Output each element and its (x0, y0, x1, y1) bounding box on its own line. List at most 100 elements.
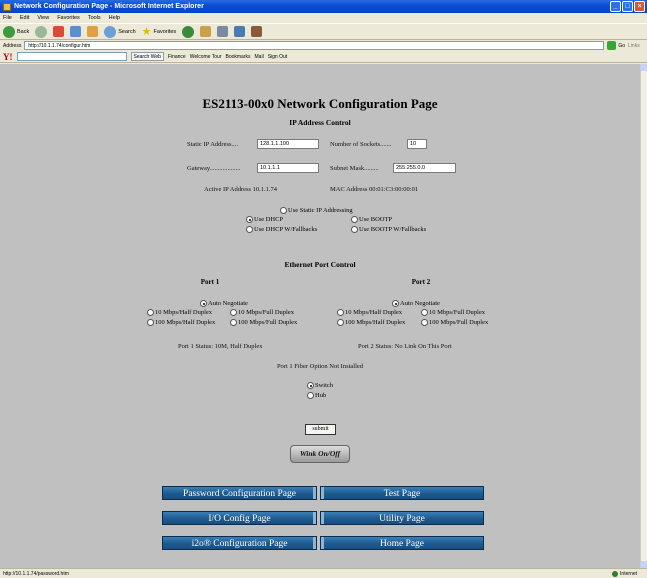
radio-dhcp-circle[interactable] (246, 216, 253, 223)
port2-auto-circle[interactable] (392, 300, 399, 307)
mode-hub-circle[interactable] (307, 392, 314, 399)
radio-bootp-fallbacks[interactable]: Use BOOTP W/Fallbacks (351, 226, 426, 233)
port1-100half-circle[interactable] (147, 319, 154, 326)
port1-10half[interactable]: 10 Mbps/Half Duplex (147, 309, 212, 316)
static-ip-input[interactable] (257, 139, 319, 149)
subnet-input[interactable] (393, 163, 456, 173)
go-arrow-icon (607, 41, 617, 50)
radio-dhcp-fallbacks-circle[interactable] (246, 226, 253, 233)
port2-10half[interactable]: 10 Mbps/Half Duplex (337, 309, 402, 316)
status-bar: http://10.1.1.74/password.htm Internet (0, 568, 647, 578)
sign-out-link[interactable]: Sign Out (268, 54, 287, 60)
mode-switch[interactable]: Switch (307, 382, 333, 389)
close-button[interactable]: × (634, 1, 645, 12)
print-icon[interactable] (217, 26, 229, 37)
radio-bootp-circle[interactable] (351, 216, 358, 223)
password-config-button[interactable]: Password Configuration Page (162, 486, 317, 500)
search-button[interactable]: Search (104, 25, 136, 38)
back-button[interactable]: Back (3, 25, 30, 38)
minimize-button[interactable]: _ (610, 1, 621, 12)
sockets-input[interactable] (407, 139, 427, 149)
forward-button[interactable] (35, 25, 48, 38)
password-config-label: Password Configuration Page (183, 489, 296, 499)
gateway-input[interactable] (257, 163, 319, 173)
port1-10full[interactable]: 10 Mbps/Full Duplex (230, 309, 294, 316)
radio-bootp[interactable]: Use BOOTP (351, 216, 392, 223)
port2-10half-circle[interactable] (337, 309, 344, 316)
back-label: Back (17, 28, 30, 35)
go-button[interactable]: Go (607, 41, 625, 50)
utility-page-button[interactable]: Utility Page (320, 511, 484, 525)
port1-10full-circle[interactable] (230, 309, 237, 316)
port1-100full-circle[interactable] (230, 319, 237, 326)
finance-link[interactable]: Finance (168, 54, 186, 60)
yahoo-logo[interactable]: Y! (3, 52, 13, 62)
port2-100full-circle[interactable] (421, 319, 428, 326)
security-zone: Internet (612, 570, 637, 577)
port1-title: Port 1 (200, 278, 220, 286)
welcome-tour-link[interactable]: Welcome Tour (190, 54, 222, 60)
port2-100half-label: 100 Mbps/Half Duplex (345, 319, 406, 326)
back-arrow-icon (3, 25, 15, 38)
refresh-icon[interactable] (70, 26, 82, 37)
vertical-scrollbar[interactable] (640, 64, 647, 568)
fiber-option-text: Port 1 Fiber Option Not Installed (276, 363, 364, 370)
mode-hub[interactable]: Hub (307, 392, 326, 399)
nav-cap (321, 537, 324, 549)
port2-auto[interactable]: Auto Negotiate (392, 300, 440, 307)
port1-status: Port 1 Status: 10M, Half Duplex (178, 343, 263, 350)
menu-help[interactable]: Help (109, 15, 120, 21)
menu-favorites[interactable]: Favorites (57, 15, 80, 21)
radio-static-ip-circle[interactable] (280, 207, 287, 214)
menu-file[interactable]: File (3, 15, 12, 21)
wink-button[interactable]: Wink On/Off (290, 445, 350, 463)
port2-10full-circle[interactable] (421, 309, 428, 316)
test-page-button[interactable]: Test Page (320, 486, 484, 500)
home-page-button[interactable]: Home Page (320, 536, 484, 550)
window-titlebar: Network Configuration Page - Microsoft I… (0, 0, 647, 13)
radio-static-ip[interactable]: Use Static IP Addressing (280, 207, 353, 214)
menu-edit[interactable]: Edit (20, 15, 29, 21)
mode-switch-circle[interactable] (307, 382, 314, 389)
mail-icon[interactable] (200, 26, 212, 37)
stop-icon[interactable] (53, 26, 65, 37)
port1-100full[interactable]: 100 Mbps/Full Duplex (230, 319, 297, 326)
window-title: Network Configuration Page - Microsoft I… (14, 3, 204, 10)
port1-auto[interactable]: Auto Negotiate (200, 300, 248, 307)
ie-icon (3, 2, 11, 11)
mail-link[interactable]: Mail (255, 54, 264, 60)
scroll-up-arrow-icon[interactable] (641, 64, 647, 71)
port2-10full[interactable]: 10 Mbps/Full Duplex (421, 309, 485, 316)
home-icon[interactable] (87, 26, 99, 37)
io-config-button[interactable]: I/O Config Page (162, 511, 317, 525)
history-icon[interactable] (182, 25, 195, 38)
port1-100half[interactable]: 100 Mbps/Half Duplex (147, 319, 215, 326)
favorites-button[interactable]: ★ Favorites (142, 25, 177, 38)
radio-dhcp-fallbacks[interactable]: Use DHCP W/Fallbacks (246, 226, 317, 233)
sockets-label: Number of Sockets....... (330, 141, 392, 148)
yahoo-search-input[interactable] (16, 52, 127, 61)
maximize-button[interactable]: □ (622, 1, 633, 12)
links-label[interactable]: Links (628, 43, 640, 49)
port2-100half-circle[interactable] (337, 319, 344, 326)
port1-auto-circle[interactable] (200, 300, 207, 307)
bookmarks-link[interactable]: Bookmarks (226, 54, 251, 60)
port2-10half-label: 10 Mbps/Half Duplex (345, 309, 403, 316)
radio-bootp-fallbacks-circle[interactable] (351, 226, 358, 233)
test-page-label: Test Page (383, 489, 421, 499)
scroll-down-arrow-icon[interactable] (641, 561, 647, 568)
port1-10half-circle[interactable] (147, 309, 154, 316)
submit-button[interactable]: submit (305, 424, 336, 435)
edit-icon[interactable] (234, 26, 246, 37)
menu-view[interactable]: View (37, 15, 49, 21)
i2o-config-button[interactable]: i2o® Configuration Page (162, 536, 317, 550)
messenger-icon[interactable] (251, 26, 263, 37)
port2-100full[interactable]: 100 Mbps/Full Duplex (421, 319, 488, 326)
search-web-button[interactable]: Search Web (130, 52, 164, 61)
port2-title: Port 2 (411, 278, 431, 286)
radio-dhcp[interactable]: Use DHCP (246, 216, 283, 223)
menu-tools[interactable]: Tools (88, 15, 101, 21)
port2-100half[interactable]: 100 Mbps/Half Duplex (337, 319, 405, 326)
address-input[interactable]: http://10.1.1.74/configur.htm (24, 41, 605, 50)
home-page-label: Home Page (379, 539, 425, 549)
